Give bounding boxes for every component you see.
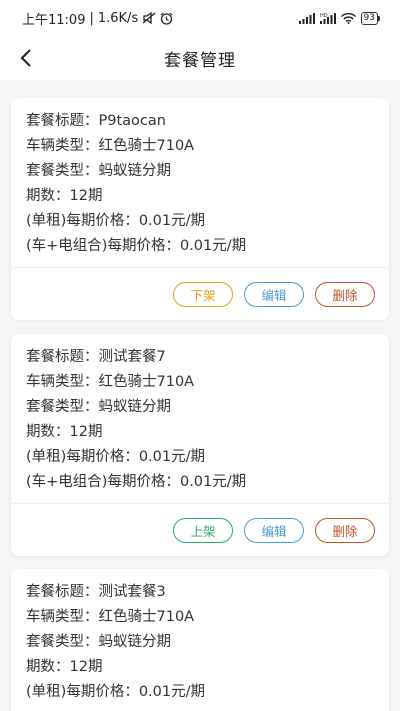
hd-signal-icon: HD [319,12,336,24]
status-time: 上午11:09 [22,12,86,28]
period-count: 期数：12期 [26,659,103,675]
package-type: 套餐类型：蚂蚁链分期 [26,399,171,415]
package-card: 套餐标题：测试套餐7 车辆类型：红色骑士710A 套餐类型：蚂蚁链分期 期数：1… [11,334,389,556]
delete-button[interactable]: 删除 [315,517,375,543]
vehicle-type: 车辆类型：红色骑士710A [26,374,195,390]
put-online-button[interactable]: 上架 [173,517,233,543]
card-actions: 上架 编辑 删除 [11,504,389,556]
edit-button[interactable]: 编辑 [244,517,304,543]
package-details: 套餐标题：测试套餐3 车辆类型：红色骑士710A 套餐类型：蚂蚁链分期 期数：1… [11,569,389,705]
page-title: 套餐管理 [164,50,236,71]
package-title: 套餐标题：测试套餐7 [26,349,166,365]
take-offline-button[interactable]: 下架 [173,281,233,307]
status-separator: | [89,10,94,26]
package-list[interactable]: 套餐标题：P9taocan 车辆类型：红色骑士710A 套餐类型：蚂蚁链分期 期… [0,80,400,711]
status-left: 上午11:09 | 1.6K/s [22,9,173,28]
package-card: 套餐标题：P9taocan 车辆类型：红色骑士710A 套餐类型：蚂蚁链分期 期… [11,98,389,320]
status-net-speed: 1.6K/s [97,10,139,26]
period-count: 期数：12期 [26,424,103,440]
battery-icon: 93 [360,11,381,25]
chevron-left-icon [20,49,31,67]
navigation-bar: 套餐管理 [0,36,400,80]
delete-button[interactable]: 删除 [315,281,375,307]
svg-text:HD: HD [320,13,328,19]
signal-icon [298,12,315,24]
card-actions: 下架 编辑 删除 [11,268,389,320]
combo-price: (车+电组合)每期价格：0.01元/期 [26,238,247,254]
alarm-icon [160,12,173,25]
single-rent-price: (单租)每期价格：0.01元/期 [26,684,205,700]
package-title: 套餐标题：测试套餐3 [26,584,166,600]
package-details: 套餐标题：P9taocan 车辆类型：红色骑士710A 套餐类型：蚂蚁链分期 期… [11,98,389,259]
status-right: HD 93 [298,11,381,25]
single-rent-price: (单租)每期价格：0.01元/期 [26,213,205,229]
package-type: 套餐类型：蚂蚁链分期 [26,634,171,650]
package-type: 套餐类型：蚂蚁链分期 [26,163,171,179]
vehicle-type: 车辆类型：红色骑士710A [26,609,195,625]
package-title: 套餐标题：P9taocan [26,113,166,129]
package-card: 套餐标题：测试套餐3 车辆类型：红色骑士710A 套餐类型：蚂蚁链分期 期数：1… [11,569,389,711]
combo-price: (车+电组合)每期价格：0.01元/期 [26,474,247,490]
status-bar: 上午11:09 | 1.6K/s HD 93 [0,0,400,36]
back-button[interactable] [12,44,40,72]
single-rent-price: (单租)每期价格：0.01元/期 [26,449,205,465]
edit-button[interactable]: 编辑 [244,281,304,307]
vehicle-type: 车辆类型：红色骑士710A [26,138,195,154]
period-count: 期数：12期 [26,188,103,204]
mute-icon [142,12,156,24]
package-details: 套餐标题：测试套餐7 车辆类型：红色骑士710A 套餐类型：蚂蚁链分期 期数：1… [11,334,389,495]
wifi-icon [340,12,356,24]
